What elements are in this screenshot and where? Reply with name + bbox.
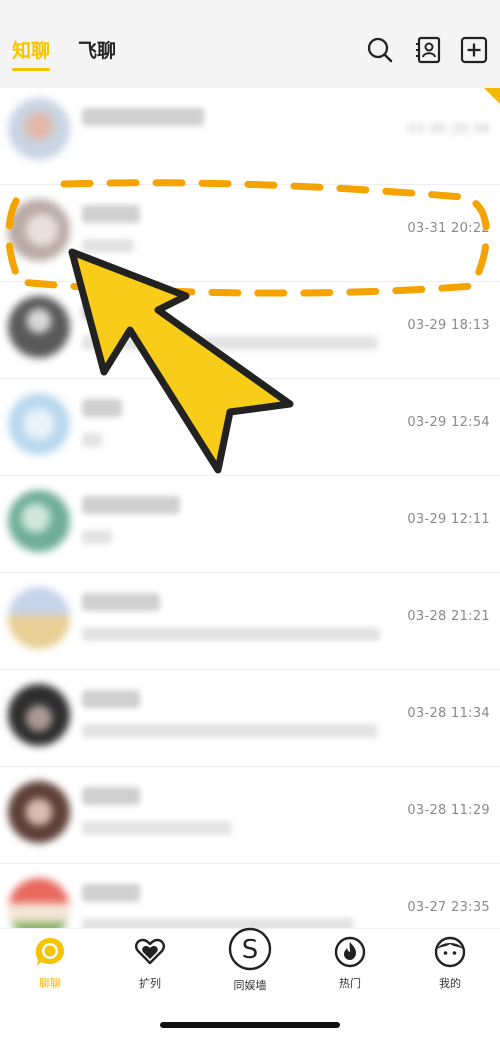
- contacts-icon[interactable]: [414, 36, 442, 64]
- conversation-row[interactable]: 03-29 12:54: [0, 379, 500, 476]
- avatar: [8, 587, 70, 649]
- last-message: [82, 530, 112, 544]
- contact-name: [82, 205, 140, 223]
- home-indicator: [160, 1022, 340, 1028]
- avatar: [8, 684, 70, 746]
- timestamp: 03-30 20:34: [407, 122, 490, 137]
- tabbar-item-hot[interactable]: 热门: [315, 935, 385, 991]
- contact-name: [82, 302, 142, 320]
- timestamp: 03-29 12:11: [407, 512, 490, 527]
- tabbar-item-me[interactable]: 我的: [415, 935, 485, 991]
- s-circle-icon: S: [228, 927, 272, 971]
- timestamp: 03-31 20:22: [407, 221, 490, 236]
- last-message: [82, 239, 134, 253]
- tab-zhiliao[interactable]: 知聊: [12, 36, 51, 71]
- timestamp: 03-28 11:29: [407, 803, 490, 818]
- heart-icon: [135, 938, 165, 965]
- conversation-row[interactable]: 03-29 12:11: [0, 476, 500, 573]
- fire-icon: [334, 936, 366, 968]
- search-icon[interactable]: [366, 36, 394, 64]
- last-message: [82, 724, 378, 738]
- tabbar-item-chat[interactable]: 聊聊: [15, 935, 85, 991]
- conversation-row[interactable]: 03-31 20:22: [0, 185, 500, 282]
- tabbar-item-expand[interactable]: 扩列: [115, 935, 185, 991]
- last-message: [82, 336, 378, 350]
- timestamp: 03-27 23:35: [407, 900, 490, 915]
- add-icon[interactable]: [460, 36, 488, 64]
- conversation-row[interactable]: 03-28 11:34: [0, 670, 500, 767]
- contact-name: [82, 787, 140, 805]
- avatar: [8, 781, 70, 843]
- last-message: [82, 821, 232, 835]
- conversation-row[interactable]: 03-29 18:13: [0, 282, 500, 379]
- timestamp: 03-28 11:34: [407, 706, 490, 721]
- tabbar-label: 热门: [339, 977, 361, 990]
- avatar: [8, 393, 70, 455]
- svg-text:S: S: [242, 935, 259, 965]
- conversation-row[interactable]: 03-30 20:34: [0, 88, 500, 185]
- conversation-row[interactable]: 03-28 21:21: [0, 573, 500, 670]
- top-header: 知聊 飞聊: [0, 0, 500, 88]
- timestamp: 03-28 21:21: [407, 609, 490, 624]
- tabbar-label: 同娱墙: [233, 979, 267, 992]
- last-message: [82, 433, 102, 447]
- profile-face-icon: [434, 936, 466, 968]
- tabbar-label: 扩列: [139, 977, 161, 990]
- tab-feiliao[interactable]: 飞聊: [78, 36, 116, 63]
- timestamp: 03-29 18:13: [407, 318, 490, 333]
- conversation-row[interactable]: 03-28 11:29: [0, 767, 500, 864]
- avatar: [8, 490, 70, 552]
- tabbar-item-wall[interactable]: S 同娱墙: [215, 927, 285, 993]
- avatar: [8, 98, 70, 160]
- tabbar-label: 聊聊: [39, 977, 61, 990]
- contact-name: [82, 399, 122, 417]
- contact-name: [82, 884, 140, 902]
- contact-name: [82, 496, 180, 514]
- contact-name: [82, 593, 160, 611]
- contact-name: [82, 108, 204, 126]
- conversation-list: 03-30 20:34 03-31 20:22 03-29 18:13 03-2…: [0, 88, 500, 961]
- chat-bubble-icon: [36, 938, 64, 966]
- tabbar-label: 我的: [439, 977, 461, 990]
- corner-marker: [484, 88, 500, 104]
- avatar: [8, 199, 70, 261]
- last-message: [82, 627, 380, 641]
- avatar: [8, 296, 70, 358]
- contact-name: [82, 690, 140, 708]
- timestamp: 03-29 12:54: [407, 415, 490, 430]
